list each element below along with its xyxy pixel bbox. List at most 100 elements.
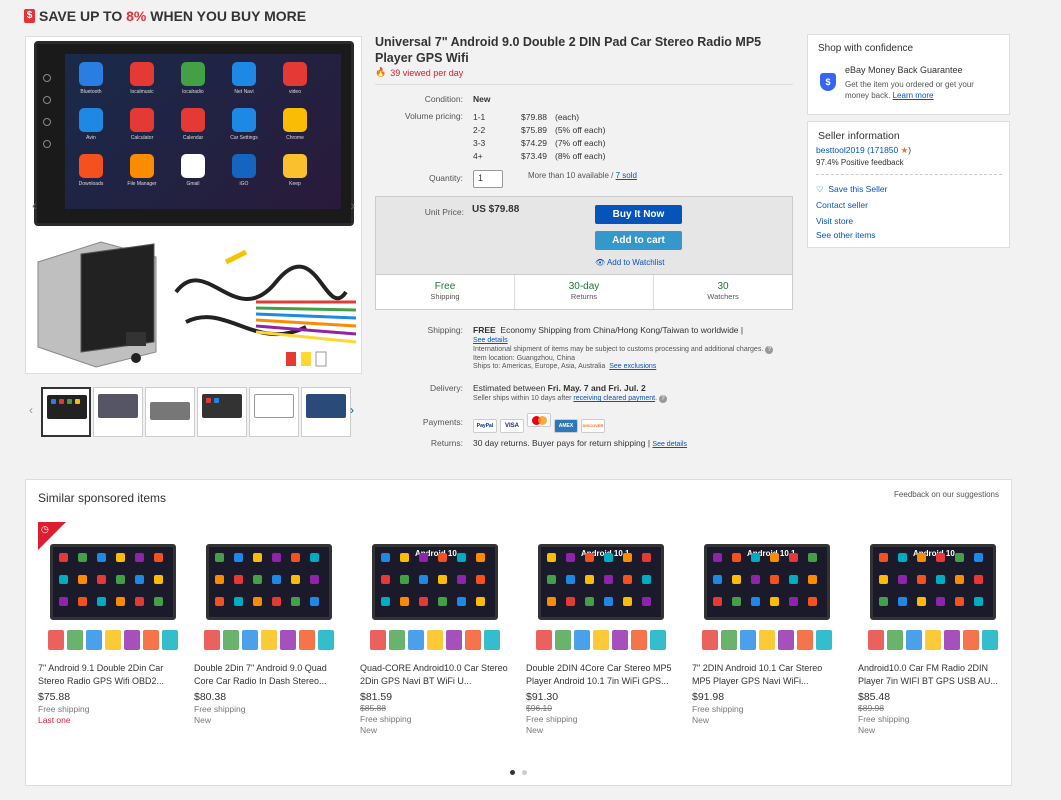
carousel-dot[interactable] <box>510 770 515 775</box>
app-label: localradio <box>182 89 204 95</box>
availability-text: More than 10 available / 7 sold <box>528 171 637 180</box>
item-shipping: Free shipping <box>194 704 246 714</box>
condition-label: Condition: <box>424 94 463 104</box>
item-name[interactable]: 7" Android 9.1 Double 2Din Car Stereo Ra… <box>38 662 188 688</box>
guarantee-desc: Get the item you ordered or get your mon… <box>845 80 974 100</box>
thumbnail[interactable] <box>197 387 247 437</box>
item-price: $91.98 <box>692 691 725 703</box>
item-name[interactable]: Android10.0 Car FM Radio 2DIN Player 7in… <box>858 662 1008 688</box>
item-name[interactable]: Double 2Din 7" Android 9.0 Quad Core Car… <box>194 662 344 688</box>
confidence-title: Shop with confidence <box>818 43 914 54</box>
similar-item-card[interactable]: Android 10.1 Double 2DIN 4Core Car Stereo… <box>526 522 676 735</box>
app-label: Keep <box>289 181 301 187</box>
seller-info-card: Seller information besttool2019 (171850 … <box>807 121 1010 248</box>
similar-item-card[interactable]: Android 10.1 7" 2DIN Android 10.1 Car Ste… <box>692 522 842 725</box>
app-label: iGO <box>239 181 249 187</box>
similar-item-card[interactable]: Double 2Din 7" Android 9.0 Quad Core Car… <box>194 522 344 725</box>
quantity-input[interactable]: 1 <box>473 170 503 188</box>
item-shipping: Free shipping <box>858 714 910 724</box>
unit-price-label: Unit Price: <box>424 207 464 217</box>
shipping-label: Shipping: <box>427 325 463 335</box>
app-icon <box>79 108 103 132</box>
shield-icon: $ <box>820 73 836 91</box>
app-label: File Manager <box>127 181 157 187</box>
app-icon <box>79 62 103 86</box>
feedback-suggestions-link[interactable]: Feedback on our suggestions <box>894 490 999 499</box>
cleared-payment-link[interactable]: receiving cleared payment <box>573 395 655 402</box>
similar-item-card[interactable]: ◷ 7" Android 9.1 Double 2Din Car Stereo R… <box>38 522 188 725</box>
item-image[interactable]: Android 10.1 <box>526 522 676 657</box>
item-image[interactable]: Android 10 <box>360 522 510 657</box>
item-image[interactable]: Android 10.1 <box>692 522 842 657</box>
save-seller-link[interactable]: ♡ Save this Seller <box>816 184 887 195</box>
add-to-watchlist-link[interactable]: 👁 Add to Watchlist <box>595 258 664 267</box>
item-condition: New <box>526 725 544 735</box>
returns-see-details-link[interactable]: See details <box>652 441 687 448</box>
discount-tag-icon: $ <box>24 9 35 23</box>
similar-item-card[interactable]: Android 10 Android10.0 Car FM Radio 2DIN … <box>858 522 1008 735</box>
contact-seller-link[interactable]: Contact seller <box>816 200 868 210</box>
app-icon <box>181 62 205 86</box>
unit-price: US $79.88 <box>472 204 520 215</box>
sold-link[interactable]: 7 sold <box>616 171 637 180</box>
add-to-cart-button[interactable]: Add to cart <box>595 231 682 250</box>
thumbnail-strip: ‹ › <box>25 385 362 440</box>
app-icon <box>130 154 154 178</box>
see-other-items-link[interactable]: See other items <box>816 230 876 240</box>
stats-bar: Free Shipping 30-day Returns 30 Watchers <box>376 274 792 309</box>
thumbnail[interactable] <box>145 387 195 437</box>
item-price: $91.30 <box>526 691 559 703</box>
app-label: localmusic <box>130 89 154 95</box>
carousel-dot[interactable] <box>522 770 527 775</box>
learn-more-link[interactable]: Learn more <box>893 91 934 100</box>
heart-icon: ♡ <box>816 184 824 194</box>
item-image[interactable] <box>194 522 344 657</box>
app-icon <box>283 108 307 132</box>
item-price: $81.59 <box>360 691 393 703</box>
help-icon[interactable]: ? <box>659 395 668 403</box>
item-name[interactable]: 7" 2DIN Android 10.1 Car Stereo MP5 Play… <box>692 662 842 688</box>
thumb-next-icon[interactable]: › <box>350 403 354 417</box>
seller-name-row: besttool2019 (171850 ★) <box>816 145 912 155</box>
power-icon <box>43 74 51 82</box>
visit-store-link[interactable]: Visit store <box>816 216 853 226</box>
volume-icon <box>43 140 51 148</box>
item-name[interactable]: Quad-CORE Android10.0 Car Stereo 2Din GP… <box>360 662 510 688</box>
stereo-device-image: Bluetooth localmusic localradio Net Navi vid… <box>34 41 354 226</box>
item-image[interactable]: Android 10 <box>858 522 1008 657</box>
delivery-label: Delivery: <box>429 383 463 393</box>
help-icon[interactable]: ? <box>765 346 774 354</box>
shop-with-confidence-card: Shop with confidence $ eBay Money Back G… <box>807 34 1010 115</box>
app-icon <box>181 108 205 132</box>
buy-it-now-button[interactable]: Buy It Now <box>595 205 682 224</box>
app-label: video <box>289 89 301 95</box>
volume-pricing-table: 1-1 $79.88 (each) 2-2 $75.89 (5% off each) 3… <box>473 112 605 164</box>
thumb-prev-icon[interactable]: ‹ <box>29 403 33 417</box>
app-icon <box>232 154 256 178</box>
similar-item-card[interactable]: Android 10 Quad-CORE Android10.0 Car Ster… <box>360 522 510 735</box>
banner-text: SAVE UP TO 8% WHEN YOU BUY MORE <box>39 8 307 24</box>
app-label: Car Settings <box>230 135 258 141</box>
thumbnail[interactable] <box>301 387 351 437</box>
thumbnail[interactable] <box>41 387 91 437</box>
seller-name-link[interactable]: besttool2019 <box>816 145 865 155</box>
accessories-image <box>26 232 361 373</box>
item-shipping: Free shipping <box>526 714 578 724</box>
back-icon <box>43 118 51 126</box>
shipping-see-details-link[interactable]: See details <box>473 337 793 344</box>
carousel-dots <box>510 770 527 775</box>
app-icon <box>181 154 205 178</box>
thumbnail[interactable] <box>249 387 299 437</box>
item-name[interactable]: Double 2DIN 4Core Car Stereo MP5 Player … <box>526 662 676 688</box>
gallery-next-icon[interactable]: › <box>350 197 355 213</box>
feedback-percent: 97.4% Positive feedback <box>816 158 904 167</box>
gallery-prev-icon[interactable]: ‹ <box>32 197 37 213</box>
app-icon <box>79 154 103 178</box>
clock-icon: ◷ <box>41 524 49 534</box>
volume-tier-row: 4+ $73.49 (8% off each) <box>473 151 606 161</box>
item-image[interactable]: ◷ <box>38 522 188 657</box>
main-product-image[interactable]: Bluetooth localmusic localradio Net Navi vid… <box>25 36 362 374</box>
see-exclusions-link[interactable]: See exclusions <box>609 363 656 370</box>
thumbnail[interactable] <box>93 387 143 437</box>
fire-icon: 🔥 <box>375 67 387 77</box>
